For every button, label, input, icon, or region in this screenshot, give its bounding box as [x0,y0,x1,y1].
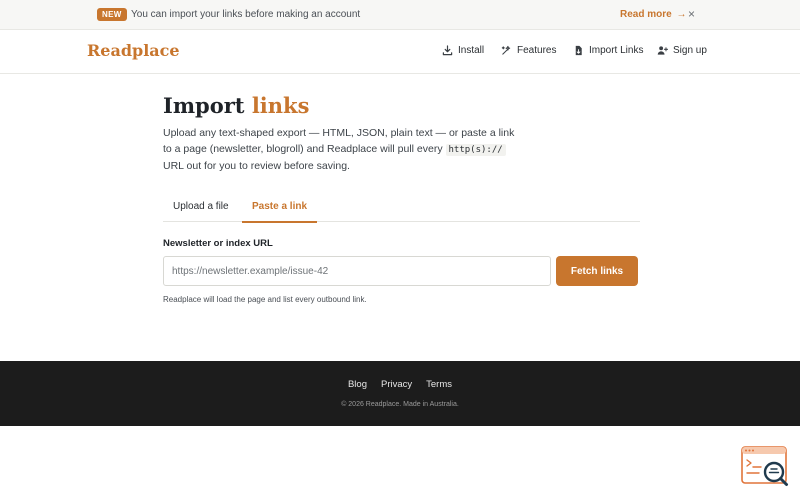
page-description: Upload any text-shaped export — HTML, JS… [163,125,523,174]
nav-import-links[interactable]: Import Links [573,45,643,56]
nav-features[interactable]: Features [501,45,556,56]
announcement-text: You can import your links before making … [131,9,361,20]
nav-install[interactable]: Install [442,45,484,56]
read-more-link[interactable]: Read more → [620,9,686,21]
fetch-links-button[interactable]: Fetch links [556,256,638,286]
file-import-icon [575,45,582,56]
footer-link-blog[interactable]: Blog [348,379,367,390]
arrow-right-icon: → [676,9,687,20]
sparkle-icon [501,45,511,55]
copyright: © 2026 Readplace. Made in Australia. [341,401,459,408]
url-input[interactable] [163,256,551,286]
footer-link-terms[interactable]: Terms [426,379,452,390]
nav-sign-up-label: Sign up [673,45,707,56]
read-more-label: Read more [620,9,672,20]
nav-features-label: Features [517,45,557,56]
footer-link-privacy[interactable]: Privacy [381,379,412,390]
url-field-label: Newsletter or index URL [163,238,273,249]
tab-paste-link[interactable]: Paste a link [242,201,318,223]
helper-text: Readplace will load the page and list ev… [163,295,367,304]
search-feedback-icon [741,446,788,486]
description-text-end: URL out for you to review before saving. [163,160,350,172]
site-footer: Blog Privacy Terms © 2026 Readplace. Mad… [0,361,800,426]
nav-sign-up[interactable]: Sign up [657,45,707,56]
page-title-accent: links [251,93,310,118]
page-title-main: Import [163,93,245,118]
tab-upload-file[interactable]: Upload a file [173,201,229,221]
search-feedback-widget[interactable] [741,446,791,488]
new-badge: NEW [97,8,127,21]
url-scheme-code: http(s):// [445,144,506,156]
user-plus-icon [657,46,668,55]
page-title: Import links [163,93,309,118]
announcement-bar: NEW You can import your links before mak… [0,0,800,30]
footer-links: Blog Privacy Terms [0,379,800,390]
site-header: Readplace Install Features Import Links … [0,30,800,74]
logo[interactable]: Readplace [87,41,180,60]
nav-import-links-label: Import Links [589,45,644,56]
close-icon[interactable]: × [688,8,695,21]
download-icon [442,45,453,56]
import-tabs: Upload a file Paste a link [163,196,640,223]
nav-install-label: Install [458,45,485,56]
